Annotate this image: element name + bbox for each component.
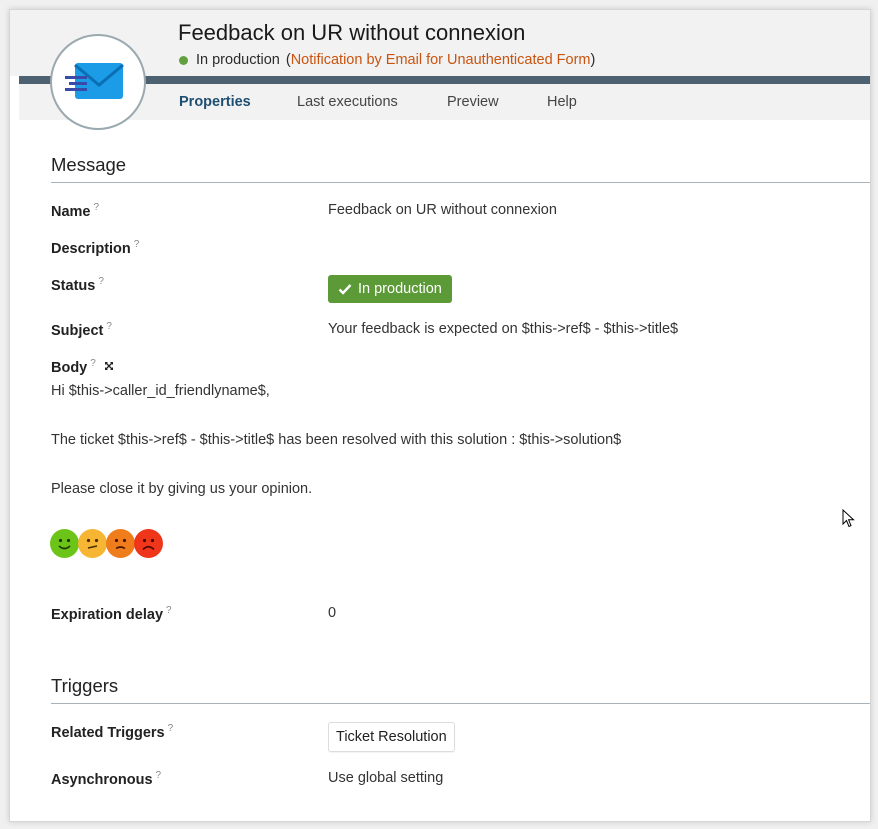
label-text: Name — [51, 203, 91, 220]
help-icon[interactable]: ? — [168, 723, 174, 734]
field-label-expiration-delay: Expiration delay? — [51, 605, 172, 623]
label-text: Subject — [51, 322, 104, 339]
label-text: Description — [51, 240, 131, 257]
tabs-bar — [19, 84, 870, 120]
smiley-neutral-icon[interactable] — [78, 529, 107, 558]
smiley-sad-icon[interactable] — [134, 529, 163, 558]
help-icon[interactable]: ? — [156, 770, 162, 781]
help-icon[interactable]: ? — [166, 605, 172, 616]
field-label-name: Name? — [51, 202, 99, 220]
status-badge: In production — [328, 275, 452, 303]
tab-last-executions[interactable]: Last executions — [297, 94, 398, 110]
field-label-description: Description? — [51, 239, 139, 257]
label-text: Body — [51, 359, 88, 376]
help-icon[interactable]: ? — [94, 202, 100, 213]
mouse-cursor-icon — [842, 509, 855, 528]
field-label-subject: Subject? — [51, 321, 112, 339]
field-label-body: Body? — [51, 358, 114, 376]
smiley-happy-icon[interactable] — [50, 529, 79, 558]
tab-properties[interactable]: Properties — [179, 94, 251, 110]
related-trigger-link[interactable]: Ticket Resolution — [328, 722, 455, 752]
label-text: Related Triggers — [51, 724, 165, 741]
status-dot-icon — [179, 55, 188, 65]
help-icon[interactable]: ? — [90, 358, 96, 369]
field-label-status: Status? — [51, 276, 104, 294]
label-text: Status — [51, 277, 96, 294]
help-icon[interactable]: ? — [106, 321, 112, 332]
field-value-asynchronous: Use global setting — [328, 770, 444, 786]
body-text-line: The ticket $this->ref$ - $this->title$ h… — [51, 432, 622, 448]
object-avatar — [50, 34, 146, 130]
label-text: Asynchronous — [51, 771, 153, 788]
field-value-expiration-delay: 0 — [328, 605, 337, 621]
header-stripe — [19, 76, 870, 84]
expand-icon[interactable] — [104, 361, 114, 371]
status-badge-label: In production — [358, 281, 442, 297]
tab-help[interactable]: Help — [547, 94, 577, 110]
class-close-paren: ) — [590, 52, 596, 68]
label-text: Expiration delay — [51, 606, 164, 623]
smiley-unhappy-icon[interactable] — [106, 529, 135, 558]
feedback-smileys — [50, 529, 163, 558]
field-label-asynchronous: Asynchronous? — [51, 770, 161, 788]
field-value-subject: Your feedback is expected on $this->ref$… — [328, 321, 679, 337]
field-label-related-triggers: Related Triggers? — [51, 723, 173, 741]
help-icon[interactable]: ? — [98, 276, 104, 287]
body-text-line: Hi $this->caller_id_friendlyname$, — [51, 383, 270, 399]
page-subtitle: In production (Notification by Email for… — [178, 52, 595, 68]
section-title-message: Message — [51, 154, 127, 175]
help-icon[interactable]: ? — [134, 239, 140, 250]
email-icon — [65, 63, 124, 99]
page-title: Feedback on UR without connexion — [178, 20, 526, 45]
check-icon — [338, 284, 352, 295]
field-value-name: Feedback on UR without connexion — [328, 202, 557, 218]
class-name: Notification by Email for Unauthenticate… — [290, 52, 591, 68]
section-divider — [51, 703, 870, 704]
object-details-window: Feedback on UR without connexion In prod… — [9, 9, 871, 822]
status-text: In production — [196, 52, 280, 68]
class-label: (Notification by Email for Unauthenticat… — [286, 52, 596, 68]
section-title-triggers: Triggers — [51, 675, 119, 696]
tab-preview[interactable]: Preview — [447, 94, 499, 110]
body-text-line: Please close it by giving us your opinio… — [51, 481, 313, 497]
section-divider — [51, 182, 870, 183]
